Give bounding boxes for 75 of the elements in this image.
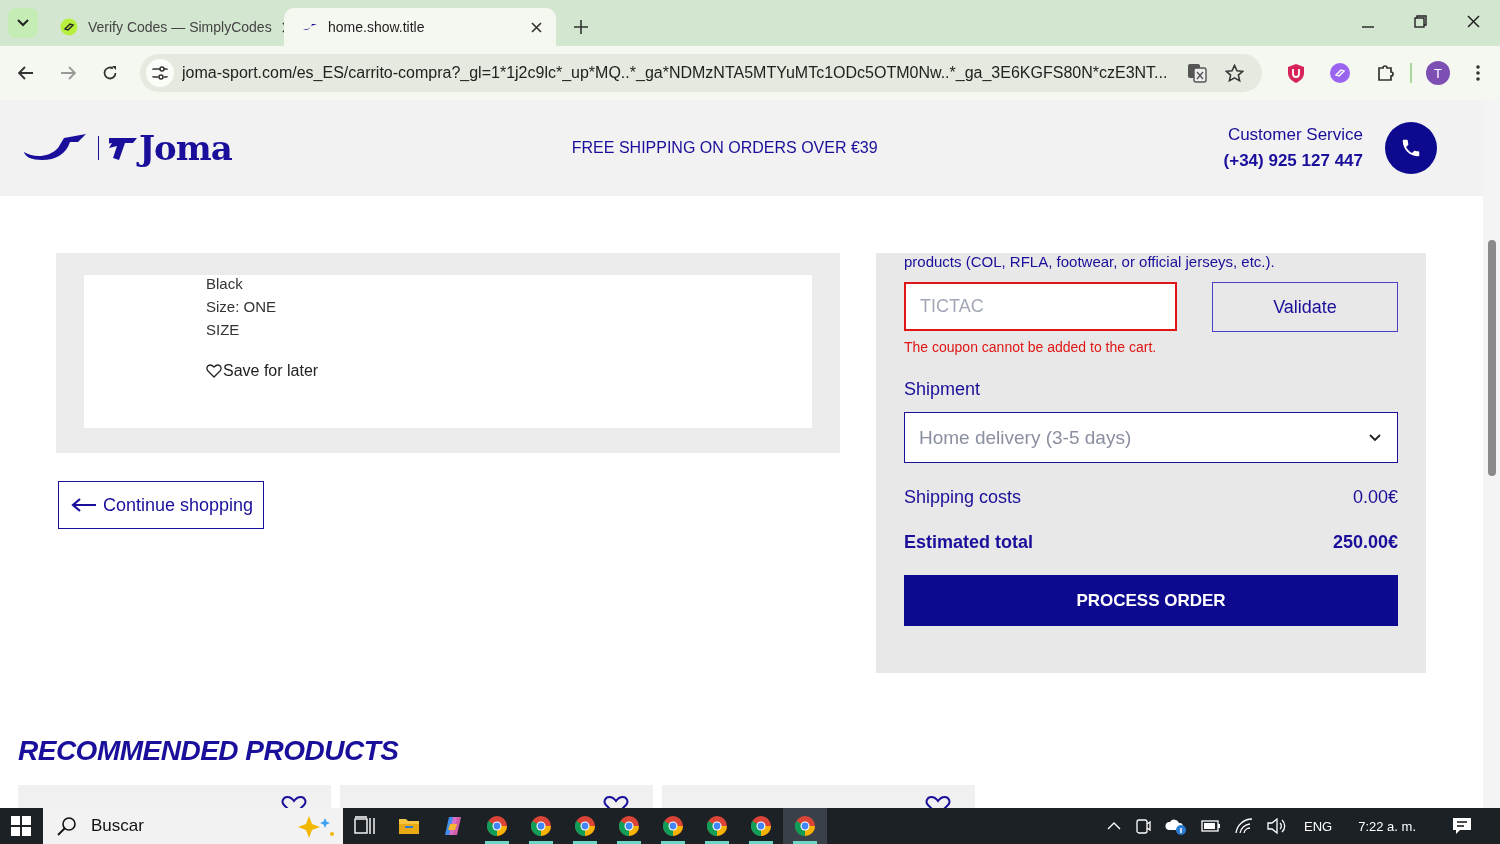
- forward-icon[interactable]: [60, 66, 76, 80]
- error-message: The coupon cannot be added to the cart.: [904, 339, 1158, 355]
- chrome-icon: [487, 816, 507, 836]
- folder-icon: [399, 817, 419, 835]
- puzzle-icon[interactable]: [1376, 63, 1396, 83]
- star-icon[interactable]: [1225, 63, 1244, 83]
- chrome-icon: [575, 816, 595, 836]
- clock[interactable]: 7:22 a. m.: [1358, 818, 1416, 834]
- chrome-icon: [795, 816, 815, 836]
- tab-title: home.show.title: [328, 19, 426, 35]
- arrow-left-icon: [71, 497, 97, 513]
- item-detail: SIZE: [206, 321, 241, 338]
- chrome-icon: [707, 816, 727, 836]
- chrome-icon: [531, 816, 551, 836]
- copilot-icon: [443, 816, 463, 836]
- free-shipping-text: FREE SHIPPING ON ORDERS OVER €39: [571, 139, 878, 157]
- chevron-up-icon[interactable]: [1107, 822, 1121, 830]
- device-icon[interactable]: [1135, 817, 1151, 835]
- joma-mark-icon[interactable]: [22, 134, 88, 162]
- tag-icon: [60, 18, 78, 36]
- shield-icon[interactable]: [1288, 63, 1304, 83]
- profile-avatar[interactable]: T: [1426, 61, 1450, 85]
- process-order-button[interactable]: PROCESS ORDER: [904, 575, 1398, 626]
- chrome-icon: [751, 816, 771, 836]
- translate-icon[interactable]: [1187, 63, 1207, 83]
- chrome-icon: [619, 816, 639, 836]
- back-icon[interactable]: [18, 66, 34, 80]
- summary-value: 250.00€: [1332, 532, 1398, 553]
- shipment-label: Shipment: [904, 379, 982, 400]
- note-text: products (COL, RFLA, footwear, or official jerseys, etc.).: [904, 253, 1276, 270]
- heart-icon: [206, 364, 222, 378]
- close-icon[interactable]: [531, 21, 542, 33]
- item-detail: Size: ONE: [206, 298, 278, 315]
- customer-service-label: Customer Service: [1227, 125, 1363, 145]
- tab-search-button[interactable]: [8, 8, 38, 38]
- tab-title: Verify Codes — SimplyCodes: [88, 19, 272, 35]
- flying-figure-icon[interactable]: [109, 136, 137, 160]
- chrome-icon: [663, 816, 683, 836]
- coupon-field[interactable]: TICTAC: [904, 282, 1177, 331]
- joma-logo-icon: [302, 22, 318, 32]
- browser-tab[interactable]: home.show.title: [284, 8, 556, 46]
- restore-icon[interactable]: [1414, 15, 1427, 28]
- language-indicator[interactable]: ENG: [1304, 818, 1333, 834]
- cloud-info-icon[interactable]: [1165, 817, 1187, 835]
- chevron-down-icon: [1369, 433, 1381, 442]
- scrollbar[interactable]: [1483, 100, 1500, 808]
- continue-shopping-button[interactable]: Continue shopping: [58, 481, 265, 529]
- summary-label: Shipping costs: [904, 487, 1022, 508]
- task-view-icon: [354, 816, 376, 836]
- volume-icon[interactable]: [1267, 818, 1287, 834]
- phone-icon: [1400, 137, 1422, 159]
- caret-icon: [17, 19, 29, 27]
- taskbar-search-field[interactable]: Buscar: [43, 808, 343, 844]
- menu-icon[interactable]: [1476, 65, 1480, 81]
- summary-label: Estimated total: [904, 532, 1034, 553]
- save-for-later-link[interactable]: Save for later: [206, 362, 812, 380]
- search-icon: [57, 816, 77, 836]
- battery-icon[interactable]: [1201, 819, 1221, 833]
- address-bar[interactable]: joma-sport.com/es_ES/carrito-compra?_gl=1*1j2c9lc*_up*MQ..*_ga*NDMzNTA5MTYuMTc1ODc5OTM0Nw..*_ga_3E6KGFS80N*czE3NT...: [140, 54, 1262, 92]
- summary-value: 0.00€: [1352, 487, 1398, 508]
- extension-tag-icon[interactable]: [1330, 63, 1350, 83]
- reload-icon[interactable]: [102, 65, 118, 81]
- windows-start-icon[interactable]: [11, 816, 31, 836]
- site-settings-icon[interactable]: [146, 59, 174, 87]
- wifi-icon[interactable]: [1235, 818, 1253, 834]
- notifications-icon[interactable]: [1452, 817, 1472, 835]
- phone-button[interactable]: [1385, 122, 1437, 174]
- validate-button[interactable]: Validate: [1212, 282, 1398, 332]
- phone-number[interactable]: (+34) 925 127 447: [1223, 151, 1363, 171]
- taskbar-app[interactable]: [783, 808, 827, 844]
- close-icon[interactable]: [1467, 15, 1480, 28]
- section-heading: RECOMMENDED PRODUCTS: [18, 735, 400, 767]
- url-text: joma-sport.com/es_ES/carrito-compra?_gl=1*1j2c9lc*_up*MQ..*_ga*NDMzNTA5MTYuMTc1ODc5OTM0Nw..*_ga_3E6KGFS80N*czE3NT...: [182, 64, 1169, 82]
- new-tab-icon[interactable]: [574, 20, 588, 34]
- item-detail: Black: [206, 275, 244, 292]
